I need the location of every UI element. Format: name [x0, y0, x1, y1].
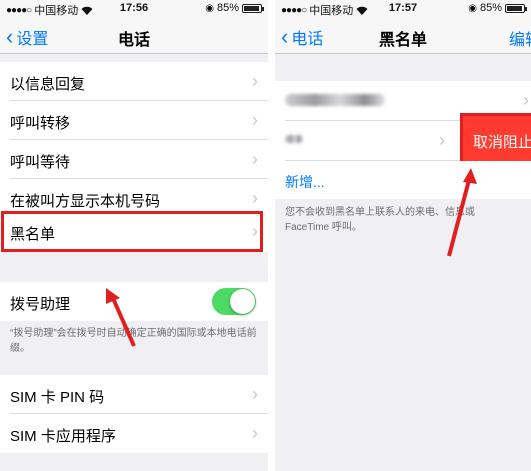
blurred-contact [285, 135, 303, 143]
list-item-sim-pin[interactable]: SIM 卡 PIN 码 › [0, 375, 268, 414]
item-label: SIM 卡应用程序 [10, 428, 116, 445]
battery-fill [507, 5, 523, 11]
chevron-right-icon: › [252, 384, 258, 404]
status-bar: ●●●●○ 中国移动 17:56 ◉ 85% [0, 0, 268, 18]
unblock-button[interactable]: 取消阻止 [463, 116, 531, 166]
item-label: 在被叫方显示本机号码 [10, 193, 161, 210]
toggle-knob [230, 289, 255, 314]
item-label: 呼叫等待 [10, 154, 71, 171]
battery-icon [505, 3, 527, 13]
nav-bar: ‹ 设置 电话 [0, 18, 268, 54]
chevron-right-icon: › [523, 90, 529, 110]
battery-icon [242, 3, 264, 13]
lock-rotation-icon: ◉ [205, 2, 214, 14]
chevron-right-icon: › [252, 423, 258, 443]
list-item-call-forwarding[interactable]: 呼叫转移 › [0, 101, 268, 140]
lock-rotation-icon: ◉ [468, 2, 477, 14]
page-title: 电话 [117, 32, 150, 49]
left-screen: ●●●●○ 中国移动 17:56 ◉ 85% ‹ 设置 电话 以信息回复 › 呼… [0, 0, 268, 471]
highlight-box [1, 211, 263, 252]
edit-button[interactable]: 编辑 [509, 26, 531, 50]
list-item-call-waiting[interactable]: 呼叫等待 › [0, 140, 268, 179]
item-label: SIM 卡 PIN 码 [10, 389, 105, 406]
nav-bar: ‹ 电话 黑名单 编辑 [275, 18, 531, 54]
chevron-right-icon: › [439, 130, 445, 150]
blacklist-footnote: 您不会收到黑名单上联系人的来电、信息或 FaceTime 呼叫。 [285, 207, 475, 233]
chevron-right-icon: › [252, 71, 258, 91]
list-item-sim-apps[interactable]: SIM 卡应用程序 › [0, 414, 268, 453]
item-label: 呼叫转移 [10, 115, 71, 132]
item-label: 以信息回复 [10, 76, 86, 93]
chevron-right-icon: › [252, 188, 258, 208]
chevron-right-icon: › [252, 149, 258, 169]
add-link[interactable]: 新增... [285, 172, 325, 192]
annotation-arrow [447, 168, 477, 257]
chevron-right-icon: › [252, 110, 258, 130]
page-title: 黑名单 [378, 32, 427, 49]
blocked-contact-row[interactable]: › [275, 81, 531, 121]
battery-percent: 85% [479, 2, 502, 14]
right-screen: ●●●●○ 中国移动 17:57 ◉ 85% ‹ 电话 黑名单 编辑 › › 取… [275, 0, 531, 471]
status-bar: ●●●●○ 中国移动 17:57 ◉ 85% [275, 0, 531, 18]
list-item-reply-with-message[interactable]: 以信息回复 › [0, 62, 268, 101]
blurred-contact [285, 94, 385, 106]
dial-assist-toggle[interactable] [212, 288, 256, 315]
item-label: 拨号助理 [10, 296, 71, 313]
annotation-arrow [106, 288, 136, 347]
add-row[interactable]: 新增... [275, 161, 531, 199]
battery-percent: 85% [216, 2, 239, 14]
battery-fill [244, 5, 260, 11]
